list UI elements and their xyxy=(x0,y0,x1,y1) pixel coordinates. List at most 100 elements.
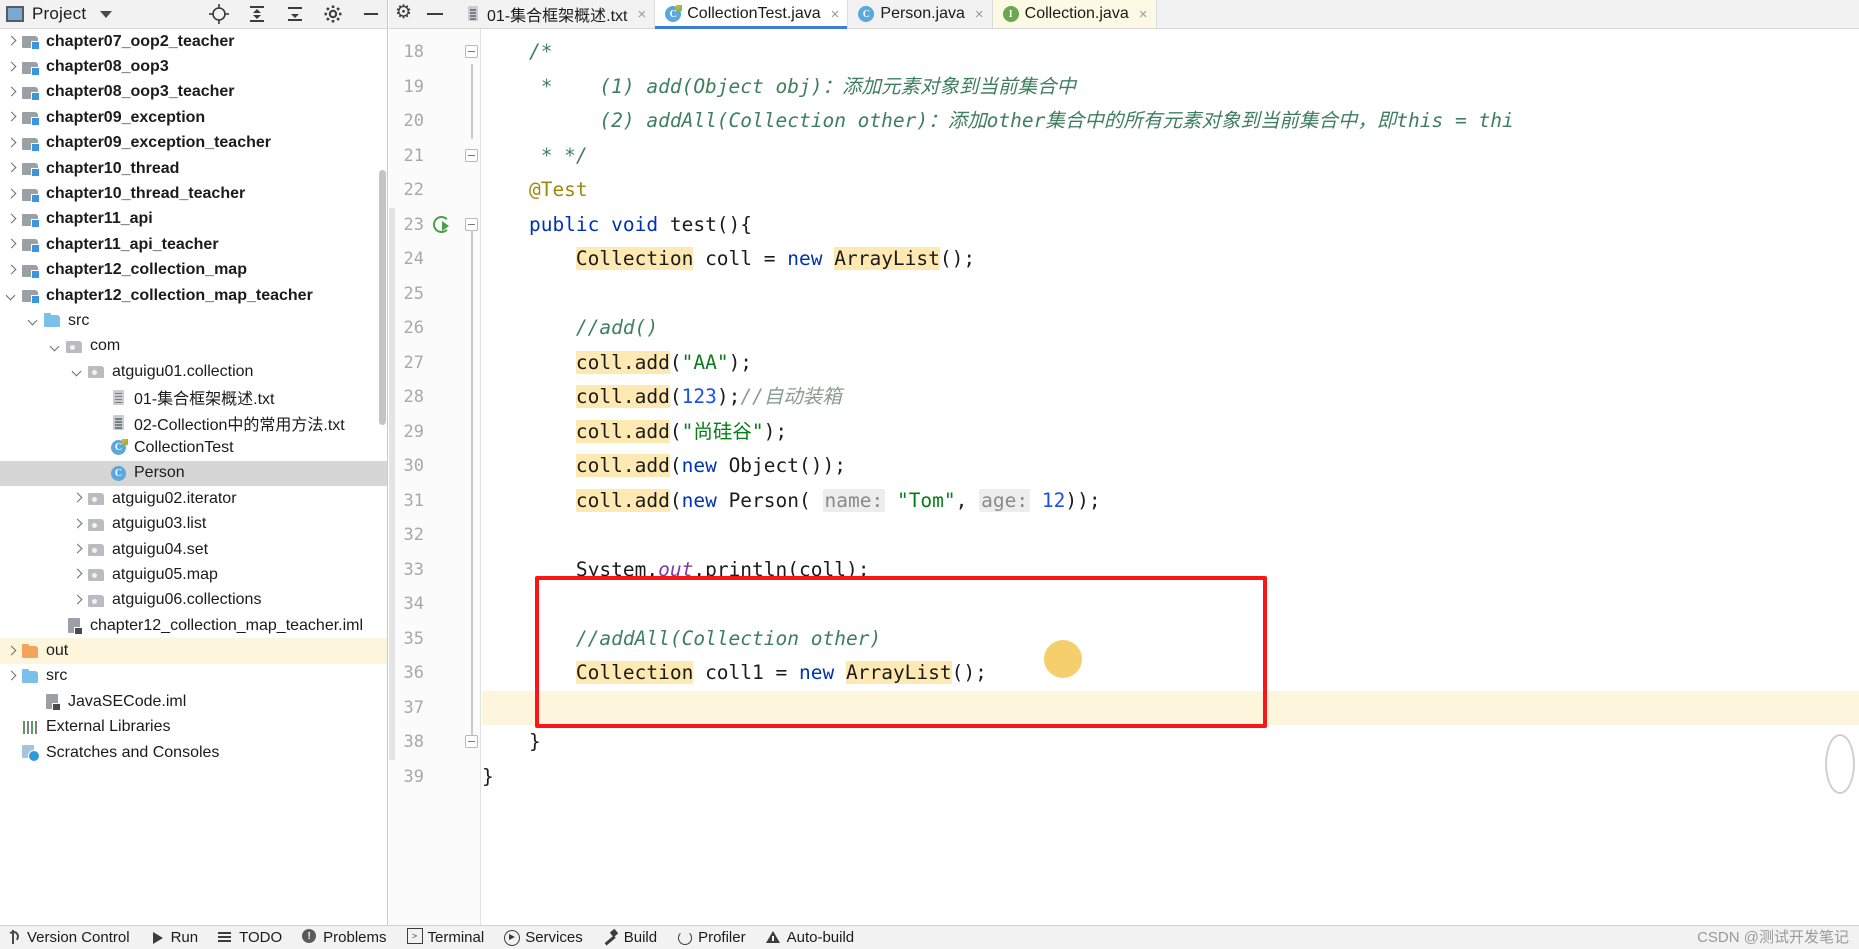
target-icon[interactable] xyxy=(209,4,229,24)
tree-row[interactable]: Scratches and Consoles xyxy=(0,740,387,765)
chevron-down-icon[interactable] xyxy=(100,10,113,18)
tree-row[interactable]: src xyxy=(0,308,387,333)
tree-row[interactable]: chapter12_collection_map_teacher.iml xyxy=(0,613,387,638)
editor-tab[interactable]: CollectionTest.java × xyxy=(655,0,849,29)
chevron-right-icon[interactable] xyxy=(72,569,83,580)
close-icon[interactable]: × xyxy=(637,6,646,23)
fold-toggle-icon[interactable] xyxy=(465,45,478,58)
project-tree[interactable]: chapter07_oop2_teacher chapter08_oop3 chap… xyxy=(0,29,387,925)
chevron-right-icon[interactable] xyxy=(6,214,17,225)
tree-row[interactable]: atguigu02.iterator xyxy=(0,486,387,511)
chevron-right-icon[interactable] xyxy=(72,595,83,606)
chevron-right-icon[interactable] xyxy=(72,544,83,555)
settings-gear-icon[interactable] xyxy=(395,1,413,24)
fold-toggle-icon[interactable] xyxy=(465,735,478,748)
status-bar-item[interactable]: Run xyxy=(144,929,213,946)
code-token: } xyxy=(482,730,541,753)
excluded-folder-icon xyxy=(22,643,39,659)
tree-row[interactable]: atguigu03.list xyxy=(0,511,387,536)
tree-row[interactable]: com xyxy=(0,334,387,359)
chevron-right-icon[interactable] xyxy=(6,163,17,174)
expand-all-icon[interactable] xyxy=(247,4,267,24)
editor-tab[interactable]: Person.java × xyxy=(848,0,993,28)
tree-row[interactable]: chapter07_oop2_teacher xyxy=(0,29,387,54)
code-token: coll.add xyxy=(575,488,670,512)
chevron-right-icon[interactable] xyxy=(6,62,17,73)
chevron-right-icon[interactable] xyxy=(6,189,17,200)
status-bar-item[interactable]: Auto-build xyxy=(760,929,869,946)
status-bar-item[interactable]: Services xyxy=(498,929,597,946)
chevron-right-icon[interactable] xyxy=(6,112,17,123)
tree-row[interactable]: src xyxy=(0,664,387,689)
tree-row[interactable]: chapter12_collection_map xyxy=(0,258,387,283)
gear-icon[interactable] xyxy=(323,4,343,24)
project-panel: Project chapter07_oop2_teacher chapter08… xyxy=(0,0,388,925)
code-token: new xyxy=(799,661,835,684)
tree-row[interactable]: chapter11_api xyxy=(0,207,387,232)
code-token: Collection xyxy=(575,661,694,684)
status-bar-item[interactable]: Version Control xyxy=(0,929,144,946)
code-token: out xyxy=(658,557,694,581)
fold-toggle-icon[interactable] xyxy=(465,148,478,162)
code-line: (2) addAll(Collection other)：添加other集合中的… xyxy=(482,104,1513,139)
chevron-right-icon[interactable] xyxy=(6,239,17,250)
editor-tab[interactable]: 01-集合框架概述.txt × xyxy=(455,0,656,28)
tree-row[interactable]: 01-集合框架概述.txt xyxy=(0,384,387,409)
tree-row[interactable]: chapter08_oop3_teacher xyxy=(0,80,387,105)
source-folder-icon xyxy=(44,313,61,328)
editor-gutter[interactable]: 18 19 20 21 22 23 24 25 26 27 28 29 30 31 32 33 34 35 36 37… xyxy=(389,29,481,925)
status-bar-item[interactable]: Problems xyxy=(296,929,400,946)
code-token: coll1 = xyxy=(693,661,799,684)
status-bar-item[interactable]: TODO xyxy=(212,929,296,946)
chevron-right-icon[interactable] xyxy=(72,493,83,504)
run-test-icon[interactable] xyxy=(433,215,451,233)
chevron-down-icon[interactable] xyxy=(72,366,83,377)
minimize-icon[interactable] xyxy=(427,13,443,15)
chevron-right-icon[interactable] xyxy=(6,87,17,98)
tree-row[interactable]: chapter11_api_teacher xyxy=(0,232,387,257)
chevron-right-icon[interactable] xyxy=(6,646,17,657)
chevron-down-icon[interactable] xyxy=(50,341,61,352)
tree-row[interactable]: chapter10_thread xyxy=(0,156,387,181)
chevron-down-icon[interactable] xyxy=(6,290,17,301)
tree-row[interactable]: JavaSECode.iml xyxy=(0,689,387,714)
chevron-right-icon[interactable] xyxy=(6,265,17,276)
status-bar-item[interactable]: Build xyxy=(597,929,671,946)
chevron-right-icon[interactable] xyxy=(6,671,17,682)
tree-row[interactable]: out xyxy=(0,638,387,664)
tree-row[interactable]: chapter09_exception xyxy=(0,105,387,130)
tree-row[interactable]: atguigu04.set xyxy=(0,537,387,562)
tree-row[interactable]: External Libraries xyxy=(0,715,387,740)
tree-row[interactable]: Person xyxy=(0,460,387,487)
tree-row[interactable]: chapter12_collection_map_teacher xyxy=(0,283,387,308)
fold-connector xyxy=(471,63,473,139)
minimize-icon[interactable] xyxy=(361,4,381,24)
close-icon[interactable]: × xyxy=(975,6,984,23)
tree-row[interactable]: 02-Collection中的常用方法.txt xyxy=(0,410,387,435)
tree-row[interactable]: atguigu05.map xyxy=(0,562,387,587)
tree-row[interactable]: chapter09_exception_teacher xyxy=(0,131,387,156)
project-tree-scrollbar[interactable] xyxy=(379,170,386,425)
code-line: /* xyxy=(482,35,553,70)
tree-row[interactable]: chapter10_thread_teacher xyxy=(0,181,387,206)
status-bar-item[interactable]: Profiler xyxy=(671,929,760,946)
tree-row[interactable]: atguigu06.collections xyxy=(0,588,387,613)
chevron-right-icon[interactable] xyxy=(6,36,17,47)
close-icon[interactable]: × xyxy=(1139,6,1148,23)
close-icon[interactable]: × xyxy=(831,6,840,23)
editor-tab[interactable]: Collection.java × xyxy=(992,0,1157,28)
collapse-all-icon[interactable] xyxy=(285,4,305,24)
status-bar-item[interactable]: Terminal xyxy=(401,928,499,946)
code-viewport: 18 19 20 21 22 23 24 25 26 27 28 29 30 31 32 33 34 35 36 37… xyxy=(389,29,1859,925)
profiler-icon xyxy=(677,930,693,945)
tree-row[interactable]: CollectionTest xyxy=(0,435,387,460)
code-line: //add() xyxy=(482,311,658,346)
chevron-down-icon[interactable] xyxy=(28,315,39,326)
chevron-right-icon[interactable] xyxy=(72,519,83,530)
tree-row-label: atguigu03.list xyxy=(112,515,207,533)
chevron-right-icon[interactable] xyxy=(6,138,17,149)
code-content[interactable]: /* * (1) add(Object obj)：添加元素对象到当前集合中 (2… xyxy=(482,29,1859,925)
tree-row[interactable]: chapter08_oop3 xyxy=(0,54,387,79)
tree-row[interactable]: atguigu01.collection xyxy=(0,359,387,384)
libraries-icon xyxy=(22,720,39,735)
